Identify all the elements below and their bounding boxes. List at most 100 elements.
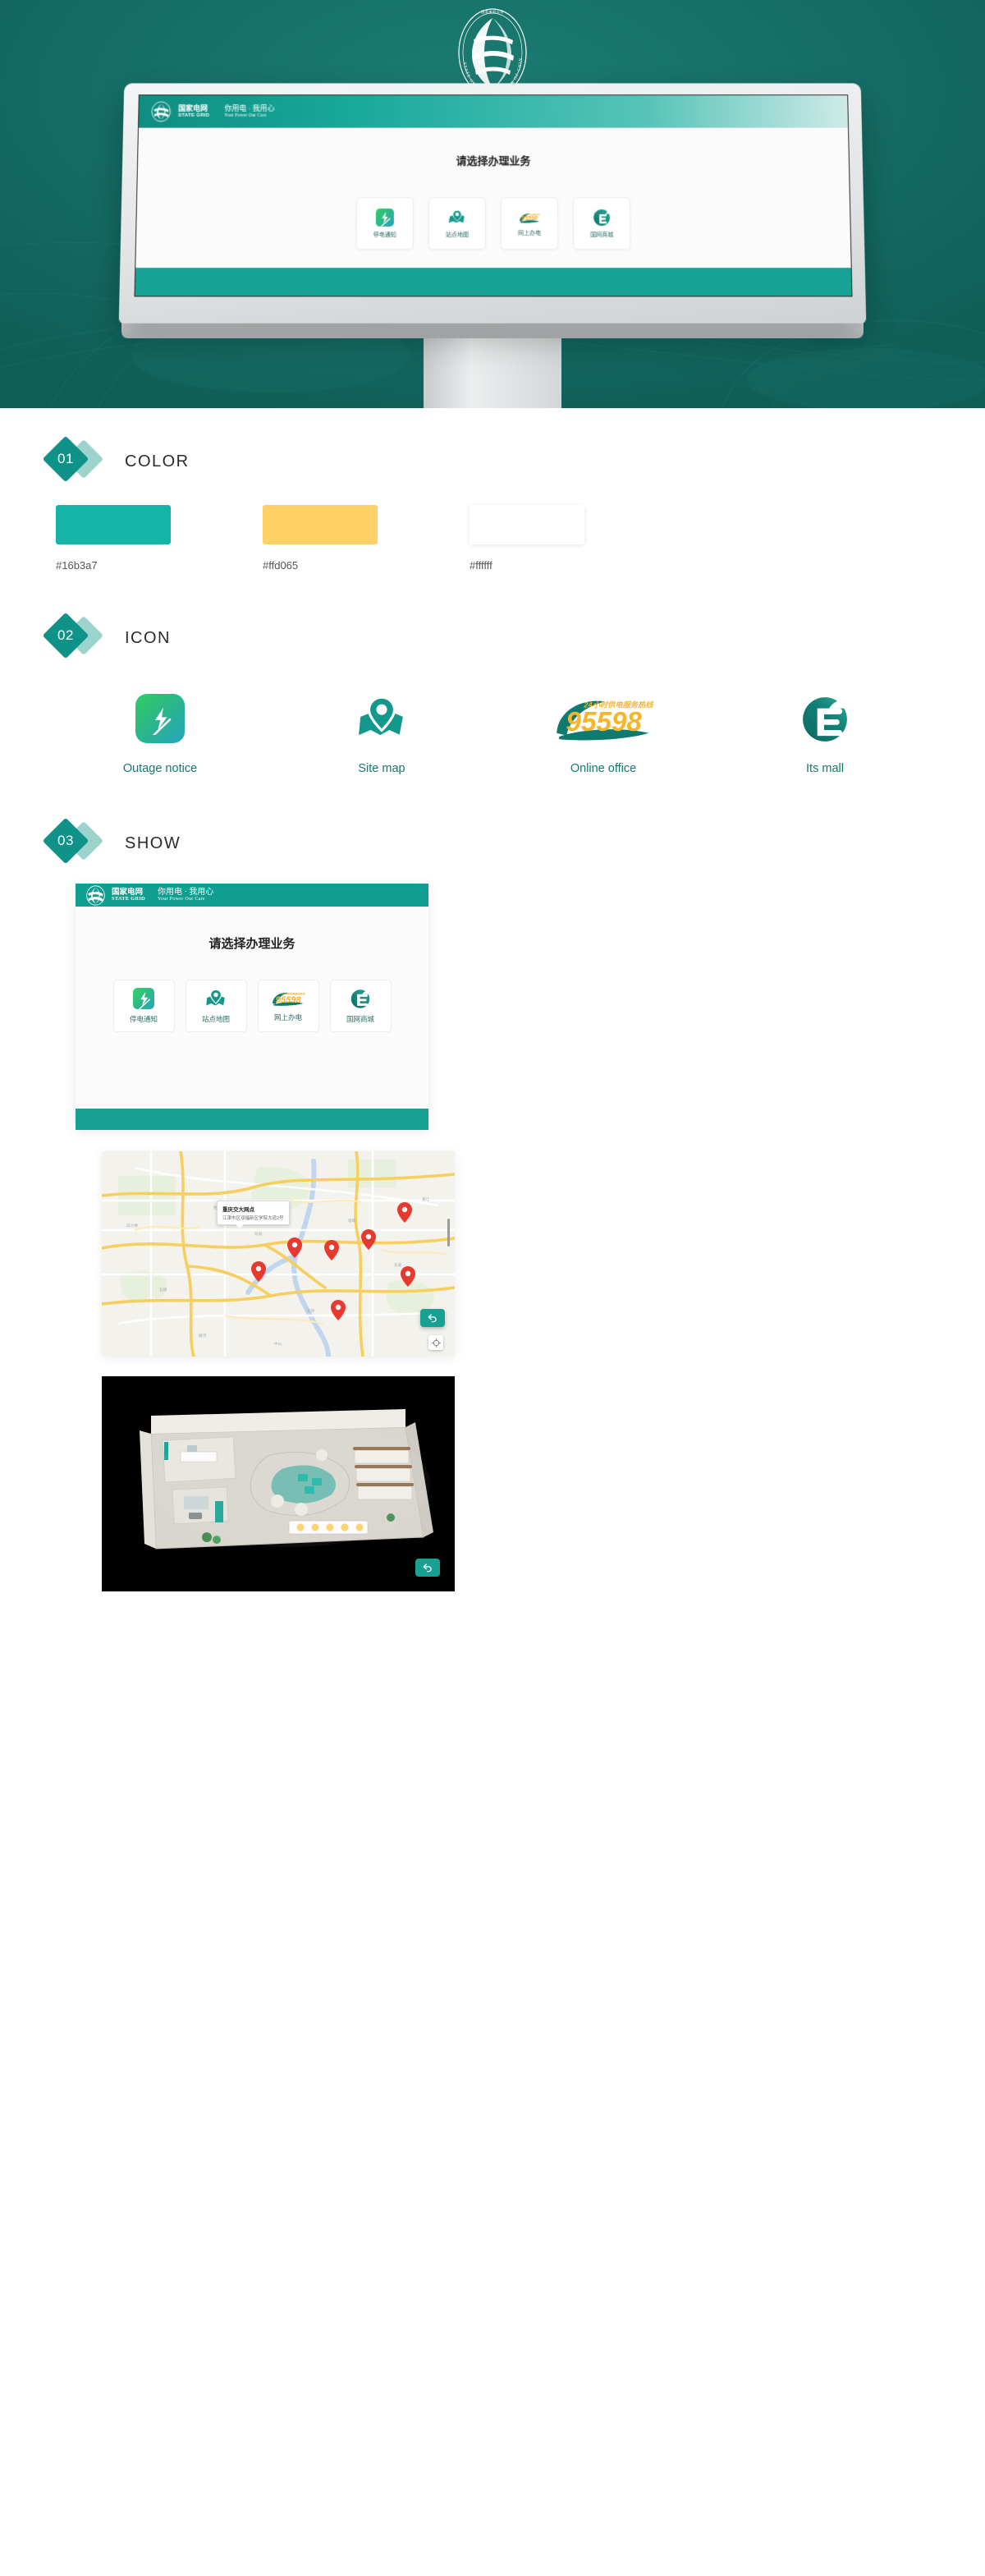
icon-cell-online-office: 95598 24小时供电服务热线 Online office	[492, 686, 714, 775]
icon-cell-outage-notice: Outage notice	[49, 686, 271, 775]
panel-button-its-mall[interactable]: 国网商城	[329, 980, 392, 1032]
section-title: COLOR	[125, 452, 190, 471]
section-title: SHOW	[125, 833, 181, 852]
icon-label: Online office	[570, 762, 637, 775]
section-number: 03	[57, 833, 74, 848]
panel-button-label: 网上办电	[273, 1013, 302, 1022]
kiosk-screen-footer	[135, 268, 852, 296]
hero-banner: 国家电网公司 STATE GRID CORPORATION OF CHINA S…	[0, 0, 985, 408]
swatch-hex-label: #16b3a7	[56, 559, 98, 572]
icon-cell-site-map: Site map	[271, 686, 492, 775]
show-screen-menu[interactable]: 国家电网 STATE GRID 你用电 · 我用心 Your Power Our…	[76, 884, 428, 1130]
section-badge: 02	[42, 612, 112, 661]
panel-slogan-cn: 你用电 · 我用心	[157, 887, 214, 897]
panel-body: 请选择办理业务 停电通知 站点地图 95598 24小时供电服务热线 网上办电 …	[76, 934, 428, 1109]
map-marker	[401, 1266, 415, 1287]
kiosk-header-slogan: 你用电 · 我用心 Your Power Our Care	[224, 104, 275, 118]
kiosk-slogan-cn: 你用电 · 我用心	[224, 104, 275, 112]
icon-section: 02 ICON Outage notice Site map 95598 24小…	[0, 612, 985, 775]
state-grid-logo-icon	[150, 101, 172, 122]
back-arrow-icon	[428, 1314, 437, 1323]
kiosk-header-en: STATE GRID	[177, 112, 210, 118]
panel-title: 请选择办理业务	[208, 937, 296, 951]
kiosk-button-label: 国网商城	[590, 232, 614, 238]
kiosk-screen[interactable]: 国家电网 STATE GRID 你用电 · 我用心 Your Power Our…	[134, 94, 853, 297]
show-screen-map[interactable]: 白沙镇德感 双福珞璜 先锋石蟆 支坪綦江 塘河中山 重庆交大网点 江津市区双福新…	[102, 1151, 455, 1357]
its-mall-e-icon	[350, 990, 370, 1008]
section-header-color: 01 COLOR	[42, 435, 936, 487]
kiosk-button-site-map[interactable]: 站点地图	[428, 197, 487, 250]
kiosk-button-online-office[interactable]: 95598 24小时供电服务热线 网上办电	[500, 197, 559, 250]
color-swatch-list: #16b3a7 #ffd065 #ffffff	[49, 505, 936, 572]
icon-label: Its mall	[806, 762, 844, 775]
design-showcase-page: 国家电网公司 STATE GRID CORPORATION OF CHINA S…	[0, 0, 985, 1628]
map-scrollbar[interactable]	[447, 1219, 450, 1247]
panel-button-online-office[interactable]: 95598 24小时供电服务热线 网上办电	[257, 980, 319, 1032]
site-map-icon	[359, 696, 403, 736]
map-marker	[324, 1240, 339, 1260]
color-swatch: #ffffff	[470, 505, 584, 572]
kiosk-slogan-en: Your Power Our Care	[224, 112, 267, 118]
svg-text:24小时供电服务热线: 24小时供电服务热线	[281, 993, 305, 996]
panel-brand: 国家电网 STATE GRID	[112, 887, 145, 902]
section-header-show: 03 SHOW	[42, 817, 936, 869]
section-badge: 03	[42, 817, 112, 866]
swatch-hex-label: #ffffff	[470, 559, 492, 572]
panel-footer	[76, 1109, 428, 1130]
map-marker	[251, 1261, 266, 1282]
its-mall-e-icon	[803, 697, 849, 742]
kiosk-header-cn: 国家电网	[178, 104, 208, 112]
panel-header: 国家电网 STATE GRID 你用电 · 我用心 Your Power Our…	[76, 884, 428, 907]
online-office-95598-icon: 95598 24小时供电服务热线	[519, 213, 540, 223]
icon-cell-its-mall: Its mall	[714, 686, 936, 775]
kiosk-button-label: 停电通知	[373, 232, 396, 238]
map-back-button[interactable]	[420, 1309, 445, 1327]
site-map-icon	[206, 989, 225, 1006]
icon-art	[271, 686, 492, 751]
svg-text:95598: 95598	[521, 216, 538, 222]
panel-button-row: 停电通知 站点地图 95598 24小时供电服务热线 网上办电 国网商城	[76, 980, 428, 1032]
back-arrow-icon	[423, 1564, 432, 1573]
section-badge: 01	[42, 435, 112, 484]
panel-button-site-map[interactable]: 站点地图	[185, 980, 247, 1032]
show-section: 03 SHOW 国家电网 STATE GRID 你用电 · 我用心 Your P…	[0, 817, 985, 1591]
icon-label: Site map	[358, 762, 405, 775]
panel-button-label: 停电通知	[129, 1015, 158, 1023]
section-header-icon: 02 ICON	[42, 612, 936, 664]
kiosk-button-label: 站点地图	[445, 232, 469, 238]
color-section: 01 COLOR #16b3a7 #ffd065 #ffffff	[0, 435, 985, 572]
swatch-hex-label: #ffd065	[263, 559, 299, 572]
online-office-95598-icon: 95598 24小时供电服务热线	[557, 700, 654, 741]
outage-notice-icon	[375, 208, 394, 227]
recenter-icon	[431, 1338, 441, 1348]
bottom-spacer	[0, 1591, 985, 1628]
swatch-chip-yellow	[263, 505, 378, 544]
room-render-illustration	[102, 1376, 455, 1591]
map-marker	[331, 1300, 346, 1320]
kiosk-button-label: 网上办电	[518, 230, 542, 236]
panel-brand-cn: 国家电网	[112, 887, 144, 897]
kiosk-button-its-mall[interactable]: 国网商城	[572, 197, 631, 250]
swatch-chip-white	[470, 505, 584, 544]
section-number: 01	[57, 451, 74, 466]
svg-text:95598: 95598	[276, 995, 302, 1005]
color-swatch: #ffd065	[263, 505, 378, 572]
kiosk-screen-title: 请选择办理业务	[456, 154, 531, 168]
svg-text:24小时供电服务热线: 24小时供电服务热线	[525, 213, 540, 215]
show-screen-render[interactable]	[102, 1376, 455, 1591]
svg-text:国家电网公司: 国家电网公司	[481, 9, 504, 15]
its-mall-e-icon	[593, 209, 610, 225]
map-recenter-button[interactable]	[428, 1335, 443, 1350]
section-number: 02	[57, 627, 74, 643]
swatch-chip-teal	[56, 505, 171, 544]
outage-notice-icon	[133, 988, 154, 1009]
kiosk-button-row: 停电通知 站点地图 95598 24小时供电服务热线 网上办电 国网商城	[136, 197, 850, 250]
icon-art	[714, 686, 936, 751]
outage-notice-icon	[135, 694, 185, 743]
panel-button-outage-notice[interactable]: 停电通知	[112, 980, 175, 1032]
map-markers	[251, 1202, 415, 1320]
render-back-button[interactable]	[415, 1559, 440, 1577]
kiosk-button-outage-notice[interactable]: 停电通知	[355, 197, 415, 250]
icon-label: Outage notice	[122, 762, 198, 775]
panel-button-label: 国网商城	[346, 1015, 374, 1023]
